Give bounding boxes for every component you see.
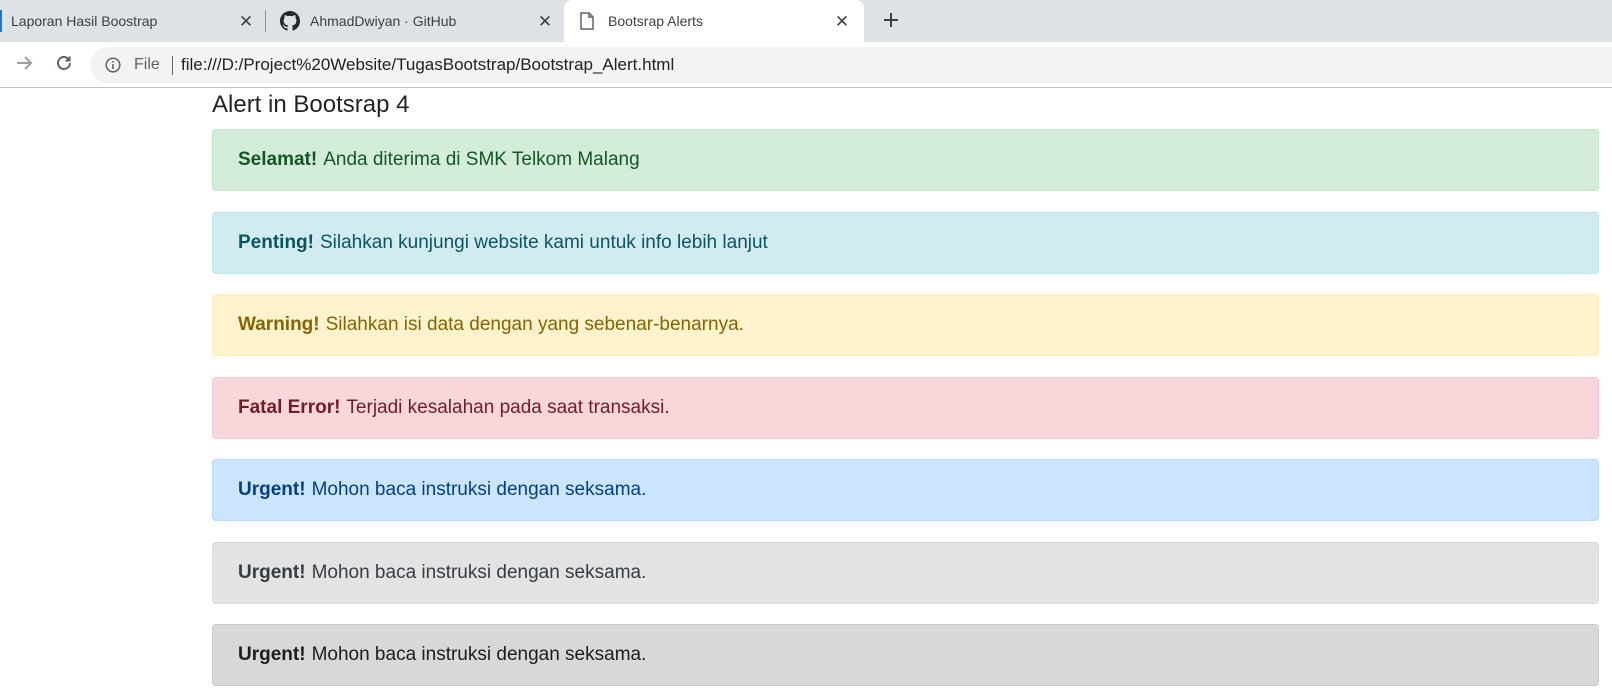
- tab-strip: Laporan Hasil Boostrap ✕ AhmadDwiyan · G…: [0, 0, 1612, 42]
- alert-text: Terjadi kesalahan pada saat transaksi.: [346, 397, 670, 418]
- github-icon: [280, 11, 300, 31]
- close-icon[interactable]: ✕: [237, 12, 255, 30]
- alert-dark: Urgent! Mohon baca instruksi dengan seks…: [212, 624, 1599, 686]
- alert-text: Mohon baca instruksi dengan seksama.: [311, 644, 647, 665]
- arrow-right-icon: [14, 53, 34, 78]
- address-bar[interactable]: File file:///D:/Project%20Website/TugasB…: [90, 47, 1612, 83]
- tab-label: Laporan Hasil Boostrap: [11, 13, 158, 29]
- alert-strong: Penting!: [238, 232, 314, 253]
- tab-bootstrap-alerts[interactable]: Bootsrap Alerts ✕: [564, 0, 864, 42]
- alert-strong: Urgent!: [238, 644, 306, 665]
- browser-toolbar: File file:///D:/Project%20Website/TugasB…: [0, 42, 1612, 88]
- reload-icon: [54, 53, 74, 78]
- url-text[interactable]: file:///D:/Project%20Website/TugasBootst…: [181, 55, 674, 75]
- alert-text: Silahkan isi data dengan yang sebenar-be…: [325, 314, 744, 335]
- page-title: Alert in Bootsrap 4: [212, 91, 410, 118]
- alert-text: Anda diterima di SMK Telkom Malang: [323, 149, 640, 170]
- forward-button[interactable]: [10, 51, 38, 79]
- alert-info: Penting! Silahkan kunjungi website kami …: [212, 212, 1599, 274]
- new-tab-button[interactable]: [879, 10, 903, 34]
- alert-secondary: Urgent! Mohon baca instruksi dengan seks…: [212, 542, 1599, 604]
- tab-label: Bootsrap Alerts: [608, 13, 703, 29]
- info-icon[interactable]: [104, 56, 122, 74]
- close-icon[interactable]: ✕: [833, 12, 851, 30]
- alert-text: Mohon baca instruksi dengan seksama.: [311, 479, 647, 500]
- alert-success: Selamat! Anda diterima di SMK Telkom Mal…: [212, 129, 1599, 191]
- alert-strong: Urgent!: [238, 562, 306, 583]
- plus-icon: [882, 8, 900, 36]
- alert-strong: Urgent!: [238, 479, 306, 500]
- tab-laporan[interactable]: Laporan Hasil Boostrap ✕: [0, 0, 258, 42]
- tab-label: AhmadDwiyan · GitHub: [310, 13, 457, 29]
- alert-text: Silahkan kunjungi website kami untuk inf…: [320, 232, 768, 253]
- alert-primary: Urgent! Mohon baca instruksi dengan seks…: [212, 459, 1599, 521]
- alert-warning: Warning! Silahkan isi data dengan yang s…: [212, 294, 1599, 356]
- alert-text: Mohon baca instruksi dengan seksama.: [311, 562, 647, 583]
- scheme-label: File: [134, 56, 160, 73]
- alert-strong: Selamat!: [238, 149, 318, 170]
- scheme-divider: [172, 56, 173, 75]
- reload-button[interactable]: [50, 51, 78, 79]
- alert-strong: Fatal Error!: [238, 397, 341, 418]
- tab-github[interactable]: AhmadDwiyan · GitHub ✕: [266, 0, 556, 42]
- close-icon[interactable]: ✕: [536, 12, 554, 30]
- alert-strong: Warning!: [238, 314, 320, 335]
- document-icon: [580, 12, 596, 30]
- alert-danger: Fatal Error! Terjadi kesalahan pada saat…: [212, 377, 1599, 439]
- page-content: Alert in Bootsrap 4 Selamat! Anda diteri…: [0, 89, 1612, 690]
